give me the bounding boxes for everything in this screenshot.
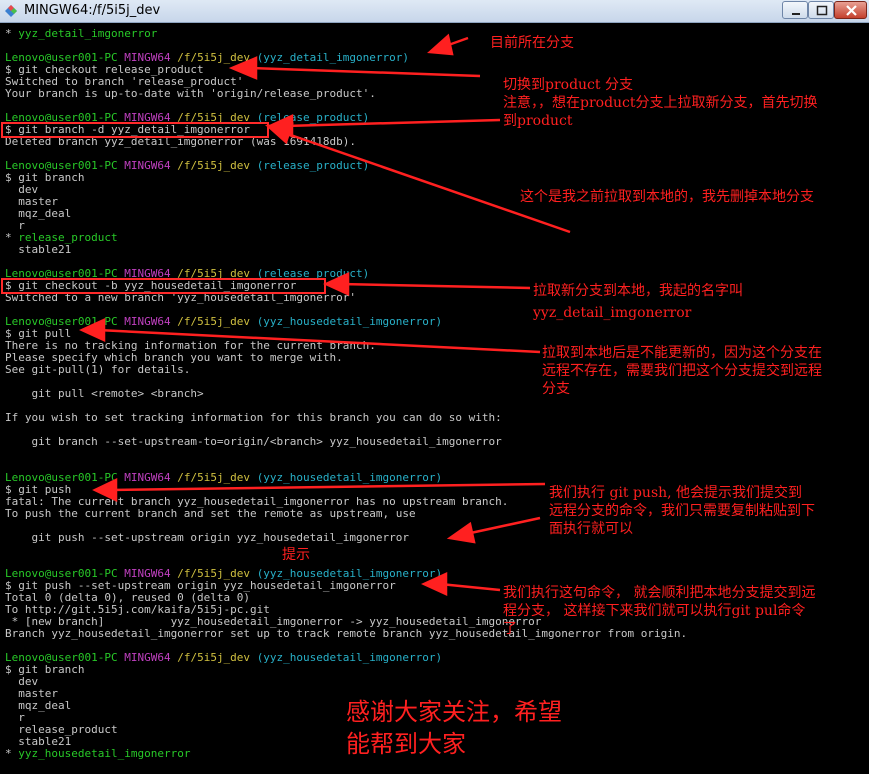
note-git-push: 我们执行 git push, 他会提示我们提交到 远程分支的命令，我们只需要复制… [549, 485, 815, 537]
annotation-arrows [78, 33, 571, 596]
note-cannot-update: 拉取到本地后是不能更新的，因为这个分支在 远程不存在，需要我们把这个分支提交到远… [542, 345, 822, 397]
arrow-icon [420, 572, 448, 596]
close-icon [846, 5, 857, 16]
arrow-icon [446, 521, 476, 544]
note-pull-new-branch: 拉取新分支到本地，我起的名字叫 yyz_detail_imgonerror [533, 283, 743, 321]
close-button[interactable] [834, 1, 867, 19]
note-delete-branch: 这个是我之前拉取到本地的，我先删掉本地分支 [520, 189, 814, 205]
window-title: MINGW64:/f/5i5j_dev [24, 3, 161, 18]
note-push-done: 我们执行这句命令， 就会顺利把本地分支提交到远 程分支， 这样接下来我们就可以执… [503, 585, 816, 637]
maximize-button[interactable] [808, 1, 834, 19]
arrow-icon [78, 318, 106, 342]
note-current-branch: 目前所在分支 [490, 35, 574, 51]
note-hint: 提示 [282, 547, 310, 563]
maximize-icon [816, 5, 828, 16]
mingw-app-icon [5, 5, 17, 17]
terminal-window: MINGW64:/f/5i5j_dev * yyz_detail_imgoner… [0, 0, 869, 774]
note-switch-branch: 切换到product 分支 注意，，想在product分支上拉取新分支，首先切换… [503, 77, 818, 129]
arrow-icon [92, 478, 118, 502]
arrow-icon [228, 56, 258, 80]
title-bar: MINGW64:/f/5i5j_dev [0, 0, 869, 23]
note-thanks: 感谢大家关注，希望 能帮到大家 [346, 698, 562, 758]
arrow-icon [264, 122, 294, 145]
arrow-icon [427, 33, 454, 56]
arrow-icon [322, 272, 350, 296]
minimize-icon [792, 13, 800, 15]
terminal-output[interactable]: * yyz_detail_imgonerror Lenovo@user001-P… [0, 22, 869, 774]
minimize-button[interactable] [782, 1, 808, 19]
